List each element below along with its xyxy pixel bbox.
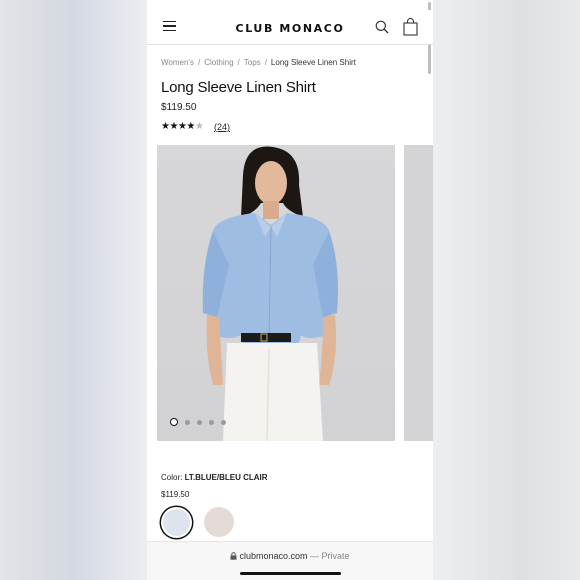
breadcrumb-tops[interactable]: Tops — [244, 58, 261, 67]
carousel-dot[interactable] — [170, 418, 178, 426]
lock-icon — [230, 552, 237, 560]
private-mode-label: — Private — [310, 551, 350, 561]
next-product-image[interactable] — [404, 145, 433, 441]
product-image[interactable] — [157, 145, 395, 441]
carousel-dot[interactable] — [221, 419, 226, 425]
carousel-dot[interactable] — [185, 419, 190, 425]
breadcrumb-womens[interactable]: Women's — [161, 58, 194, 67]
color-swatch-light-blue[interactable] — [163, 509, 190, 536]
site-header: CLUB MONACO — [147, 10, 433, 45]
product-price: $119.50 — [161, 102, 197, 113]
breadcrumb-separator: / — [237, 58, 240, 67]
url-display[interactable]: clubmonaco.com — Private — [147, 551, 433, 561]
background-left — [0, 0, 147, 580]
breadcrumb: Women's / Clothing / Tops / Long Sleeve Linen … — [161, 58, 356, 67]
search-icon[interactable] — [375, 20, 389, 34]
color-selection-label: Color: LT.BLUE/BLEU CLAIR — [161, 473, 268, 482]
breadcrumb-separator: / — [264, 58, 267, 67]
color-label: Color: — [161, 473, 183, 482]
background-right — [433, 0, 580, 580]
breadcrumb-separator: / — [197, 58, 201, 67]
url-text: clubmonaco.com — [239, 551, 308, 561]
browser-address-bar[interactable]: clubmonaco.com — Private — [147, 541, 433, 580]
star-empty-icon: ★ — [194, 121, 204, 132]
star-rating[interactable]: ★★★★★ — [161, 121, 204, 132]
star-icon: ★ — [186, 121, 195, 132]
breadcrumb-current: Long Sleeve Linen Shirt — [270, 58, 356, 67]
carousel-dot[interactable] — [209, 419, 214, 425]
brand-logo[interactable]: CLUB MONACO — [147, 22, 433, 35]
carousel-dot[interactable] — [197, 419, 202, 425]
home-indicator[interactable] — [240, 572, 341, 575]
breadcrumb-clothing[interactable]: Clothing — [204, 58, 233, 67]
model-photo — [202, 146, 338, 441]
color-swatch-beige[interactable] — [204, 507, 234, 537]
shopping-bag-icon[interactable] — [403, 18, 418, 36]
image-carousel-dots — [170, 418, 226, 426]
phone-screen: CLUB MONACO Women's / Clothing / Tops / Long S… — [147, 0, 433, 580]
reviews-link[interactable]: (24) — [214, 122, 230, 132]
star-icon: ★ — [169, 121, 178, 132]
product-title: Long Sleeve Linen Shirt — [161, 79, 316, 96]
color-value: LT.BLUE/BLEU CLAIR — [184, 473, 268, 482]
swatch-price: $119.50 — [161, 490, 190, 499]
